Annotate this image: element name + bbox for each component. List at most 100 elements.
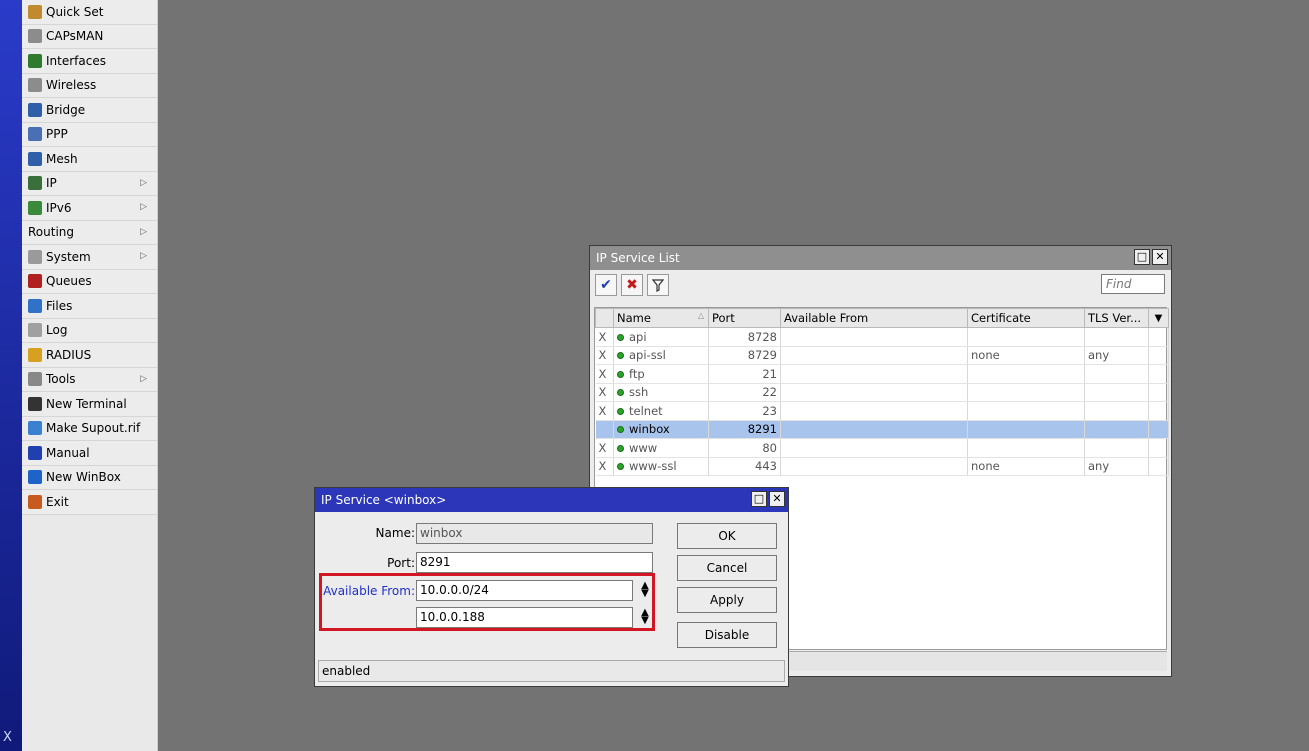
- sidebar-item-ip[interactable]: IP ▷: [22, 171, 157, 196]
- winbox-icon: [28, 470, 42, 485]
- sidebar-item-routing[interactable]: Routing ▷: [22, 220, 157, 245]
- table-row[interactable]: Xftp 21: [595, 364, 1169, 384]
- row-flag: X: [595, 457, 614, 476]
- row-port: 443: [708, 457, 781, 476]
- column-chooser-dropdown-icon[interactable]: ▼: [1148, 308, 1169, 328]
- maximize-icon[interactable]: □: [1134, 249, 1150, 265]
- row-filler: [1148, 438, 1169, 458]
- name-label: Name:: [375, 526, 415, 540]
- submenu-arrow-icon: ▷: [140, 202, 147, 212]
- column-header-available-from[interactable]: Available From: [780, 308, 968, 328]
- column-header-name[interactable]: Name △: [613, 308, 709, 328]
- sidebar-item-manual[interactable]: Manual: [22, 441, 157, 466]
- sidebar-item-interfaces[interactable]: Interfaces: [22, 49, 157, 74]
- column-header-tls-version[interactable]: TLS Ver...: [1084, 308, 1149, 328]
- row-flag: X: [595, 327, 614, 347]
- cancel-button[interactable]: Cancel: [677, 555, 777, 581]
- sidebar-item-system[interactable]: System ▷: [22, 245, 157, 270]
- exit-icon: [28, 494, 42, 509]
- sidebar-item-log[interactable]: Log: [22, 318, 157, 343]
- row-name-text: www-ssl: [629, 459, 677, 474]
- sidebar-item-make-supout-rif[interactable]: Make Supout.rif: [22, 416, 157, 441]
- row-flag: X: [595, 401, 614, 421]
- row-available-from: [780, 438, 968, 458]
- sidebar-item-quick-set[interactable]: Quick Set: [22, 0, 157, 25]
- supout-icon: [28, 421, 42, 436]
- column-header-certificate[interactable]: Certificate: [967, 308, 1085, 328]
- row-tls-version: [1084, 401, 1149, 421]
- table-row[interactable]: Xtelnet 23: [595, 401, 1169, 421]
- row-name: telnet: [613, 401, 709, 421]
- table-row[interactable]: Xapi 8728: [595, 327, 1169, 347]
- row-name-text: telnet: [629, 403, 663, 418]
- row-flag: X: [595, 383, 614, 402]
- row-tls-version: any: [1084, 457, 1149, 476]
- sidebar-item-tools[interactable]: Tools ▷: [22, 367, 157, 392]
- sidebar-item-label: System: [46, 249, 91, 264]
- sidebar-item-files[interactable]: Files: [22, 294, 157, 319]
- row-name: winbox: [613, 420, 709, 439]
- disable-button[interactable]: Disable: [677, 622, 777, 648]
- disable-x-icon[interactable]: ✖: [621, 274, 643, 296]
- row-available-from: [780, 420, 968, 439]
- sidebar-item-label: Mesh: [46, 151, 78, 166]
- available-from-highlight-box: [319, 573, 655, 631]
- row-flag: [595, 420, 614, 439]
- row-certificate: [967, 364, 1085, 384]
- row-port: 21: [708, 364, 781, 384]
- files-icon: [28, 298, 42, 313]
- row-port: 8728: [708, 327, 781, 347]
- sidebar-item-queues[interactable]: Queues: [22, 269, 157, 294]
- row-port: 22: [708, 383, 781, 402]
- sidebar-item-capsman[interactable]: CAPsMAN: [22, 24, 157, 49]
- maximize-icon[interactable]: □: [751, 491, 767, 507]
- row-certificate: [967, 383, 1085, 402]
- log-icon: [28, 323, 42, 338]
- ip-service-dialog-titlebar[interactable]: IP Service <winbox> □ ✕: [315, 488, 788, 512]
- column-header-port[interactable]: Port: [708, 308, 781, 328]
- filter-icon[interactable]: [647, 274, 669, 296]
- sidebar-item-new-terminal[interactable]: New Terminal: [22, 392, 157, 417]
- name-field[interactable]: winbox: [416, 523, 653, 544]
- sidebar-item-radius[interactable]: RADIUS: [22, 343, 157, 368]
- sidebar-item-ipv6[interactable]: IPv6 ▷: [22, 196, 157, 221]
- row-name: ssh: [613, 383, 709, 402]
- sidebar-item-mesh[interactable]: Mesh: [22, 147, 157, 172]
- sidebar-item-ppp[interactable]: PPP: [22, 122, 157, 147]
- row-filler: [1148, 327, 1169, 347]
- manual-icon: [28, 445, 42, 460]
- row-filler: [1148, 346, 1169, 365]
- table-row[interactable]: winbox 8291: [595, 420, 1169, 439]
- queues-icon: [28, 274, 42, 289]
- close-icon[interactable]: ✕: [1152, 249, 1168, 265]
- sidebar-item-wireless[interactable]: Wireless: [22, 73, 157, 98]
- table-row[interactable]: Xwww 80: [595, 438, 1169, 458]
- row-flag: X: [595, 438, 614, 458]
- row-name: ftp: [613, 364, 709, 384]
- apply-button[interactable]: Apply: [677, 587, 777, 613]
- sidebar-item-bridge[interactable]: Bridge: [22, 98, 157, 123]
- table-row[interactable]: Xssh 22: [595, 383, 1169, 402]
- port-label: Port:: [387, 556, 415, 570]
- find-input[interactable]: Find: [1101, 274, 1165, 294]
- system-icon: [28, 249, 42, 264]
- status-dot-icon: [617, 389, 624, 397]
- ok-button[interactable]: OK: [677, 523, 777, 549]
- sidebar-item-label: Log: [46, 323, 68, 338]
- ip-service-dialog-title: IP Service <winbox>: [321, 493, 447, 507]
- sidebar-item-label: Bridge: [46, 102, 86, 117]
- port-field[interactable]: 8291: [416, 552, 653, 573]
- ip-icon: [28, 176, 42, 191]
- table-row[interactable]: Xwww-ssl 443 none any: [595, 457, 1169, 476]
- ip-service-list-titlebar[interactable]: IP Service List □ ✕: [590, 246, 1171, 270]
- row-tls-version: [1084, 364, 1149, 384]
- enable-check-icon[interactable]: ✔: [595, 274, 617, 296]
- sidebar-item-label: Tools: [46, 372, 76, 387]
- row-name-text: api-ssl: [629, 348, 666, 363]
- table-row[interactable]: Xapi-ssl 8729 none any: [595, 346, 1169, 365]
- sidebar-item-exit[interactable]: Exit: [22, 490, 157, 515]
- close-icon[interactable]: ✕: [769, 491, 785, 507]
- sidebar-item-new-winbox[interactable]: New WinBox: [22, 465, 157, 490]
- row-port: 80: [708, 438, 781, 458]
- sidebar-item-label: PPP: [46, 127, 68, 142]
